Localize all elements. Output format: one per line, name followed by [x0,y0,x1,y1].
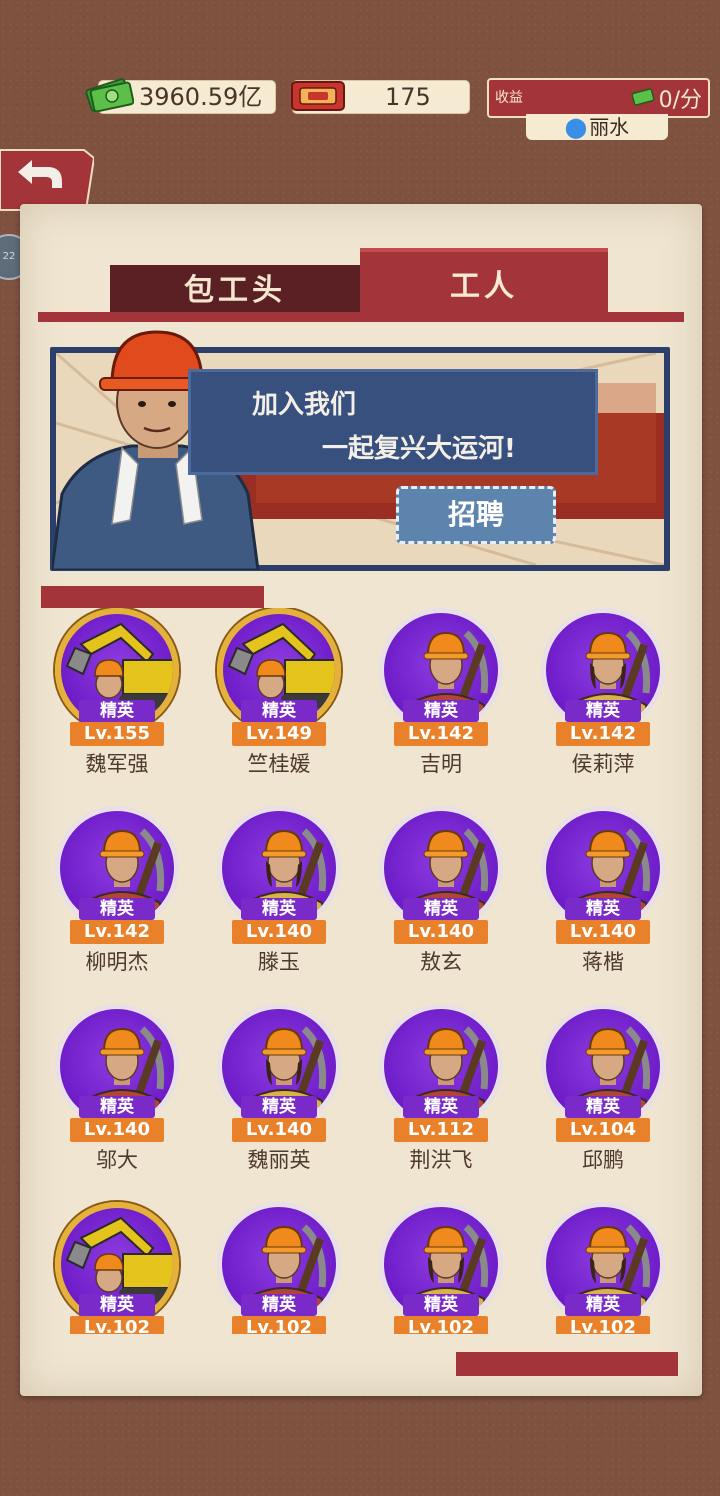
worker-card[interactable]: 精英 Lv.140 魏丽英 [204,1004,354,1194]
income-value: 0/分 [658,88,702,113]
rank-badge: 精英 [403,1096,479,1118]
worker-name: 邱鹏 [582,1148,624,1172]
rank-badge: 精英 [565,898,641,920]
banner-line-2: 一起复兴大运河! [322,434,516,464]
recruit-button-label: 招聘 [447,498,504,531]
cash-icon [84,74,135,113]
level-badge: Lv.140 [232,1118,326,1142]
income-label: 收益 [495,90,523,106]
level-badge: Lv.155 [70,722,164,746]
income-panel[interactable]: 收益 0/分 [487,78,710,118]
location-label[interactable]: ⬤ 丽水 [526,114,668,140]
level-badge: Lv.140 [70,1118,164,1142]
level-badge: Lv.104 [556,1118,650,1142]
rank-badge: 精英 [565,1294,641,1316]
recruit-button[interactable]: 招聘 [396,486,556,544]
level-badge: Lv.140 [394,920,488,944]
worker-name: 蒋楷 [582,950,624,974]
level-badge: Lv.102 [556,1316,650,1334]
worker-name: 邬大 [96,1148,138,1172]
worker-card[interactable]: 精英 Lv.140 邬大 [42,1004,192,1194]
worker-name: 魏军强 [85,752,149,776]
money-value: 3960.59亿 [139,83,263,111]
section-header-bar [41,586,264,608]
rank-badge: 精英 [403,898,479,920]
worker-name: 柳明杰 [85,950,149,974]
rank-badge: 精英 [241,1096,317,1118]
worker-card[interactable]: 精英 Lv.149 竺桂媛 [204,608,354,798]
worker-card[interactable]: 精英 Lv.102 [366,1202,516,1334]
rank-badge: 精英 [241,700,317,722]
worker-card[interactable]: 精英 Lv.142 侯莉萍 [528,608,678,798]
ticket-value: 175 [385,83,431,111]
rank-badge: 精英 [241,898,317,920]
worker-card[interactable]: 精英 Lv.102 [528,1202,678,1334]
worker-card[interactable]: 精英 Lv.140 蒋楷 [528,806,678,996]
back-button[interactable] [0,148,96,212]
worker-card[interactable]: 精英 Lv.102 [204,1202,354,1334]
level-badge: Lv.102 [232,1316,326,1334]
level-badge: Lv.112 [394,1118,488,1142]
worker-name: 吉明 [420,752,462,776]
level-badge: Lv.149 [232,722,326,746]
level-badge: Lv.102 [394,1316,488,1334]
location-name: 丽水 [589,115,630,139]
rank-badge: 精英 [565,700,641,722]
worker-card[interactable]: 精英 Lv.140 敖玄 [366,806,516,996]
worker-name: 魏丽英 [247,1148,311,1172]
rank-badge: 精英 [403,700,479,722]
bottom-bar [456,1352,678,1376]
location-pin-icon: ⬤ [564,115,588,139]
rank-badge: 精英 [565,1096,641,1118]
worker-name: 敖玄 [420,950,462,974]
rank-badge: 精英 [403,1294,479,1316]
tab-underline [38,312,684,322]
worker-card[interactable]: 精英 Lv.112 荆洪飞 [366,1004,516,1194]
level-badge: Lv.142 [394,722,488,746]
banner-line-1: 加入我们 [252,390,357,420]
level-badge: Lv.140 [232,920,326,944]
worker-name: 侯莉萍 [571,752,635,776]
ticket-icon [290,78,346,114]
worker-card[interactable]: 精英 Lv.142 吉明 [366,608,516,798]
worker-grid: 精英 Lv.155 魏军强 精英 Lv.149 竺桂媛 精英 Lv.142 吉明 精英 Lv.142… [0,608,720,1334]
worker-name: 滕玉 [258,950,300,974]
side-badge-text: 22 [2,251,16,262]
worker-card[interactable]: 精英 Lv.155 魏军强 [42,608,192,798]
cash-icon [631,88,655,106]
rank-badge: 精英 [79,700,155,722]
level-badge: Lv.142 [556,722,650,746]
rank-badge: 精英 [79,1096,155,1118]
worker-name: 荆洪飞 [409,1148,473,1172]
rank-badge: 精英 [241,1294,317,1316]
worker-card[interactable]: 精英 Lv.142 柳明杰 [42,806,192,996]
rank-badge: 精英 [79,1294,155,1316]
tab-contractor[interactable]: 包工头 [110,265,360,313]
tab-workers[interactable]: 工人 [360,248,608,312]
level-badge: Lv.142 [70,920,164,944]
worker-card[interactable]: 精英 Lv.104 邱鹏 [528,1004,678,1194]
worker-name: 竺桂媛 [247,752,311,776]
level-badge: Lv.102 [70,1316,164,1334]
worker-card[interactable]: 精英 Lv.140 滕玉 [204,806,354,996]
level-badge: Lv.140 [556,920,650,944]
tab-contractor-label: 包工头 [184,273,286,308]
rank-badge: 精英 [79,898,155,920]
tab-workers-label: 工人 [450,269,518,304]
worker-card[interactable]: 精英 Lv.102 [42,1202,192,1334]
